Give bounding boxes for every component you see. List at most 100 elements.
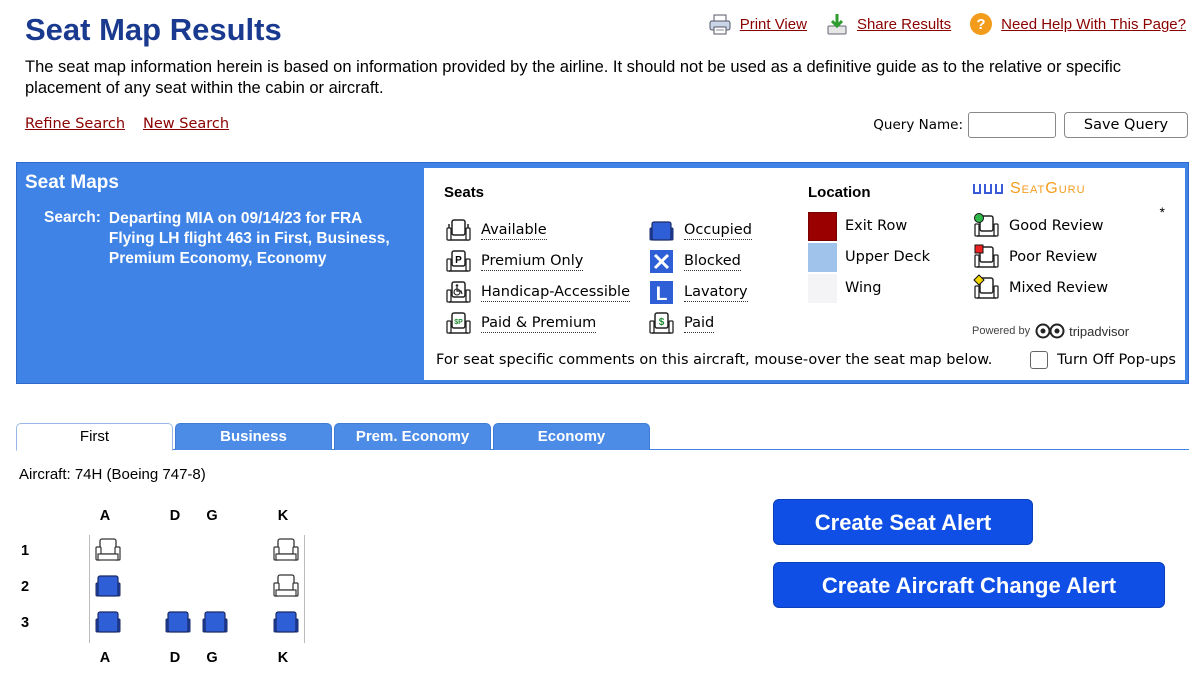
- legend-occupied: Occupied: [647, 216, 752, 245]
- search-line-1: Departing MIA on 09/14/23 for FRA: [108, 210, 363, 227]
- seatguru-seats-icon: [973, 184, 1003, 194]
- legend-upper-deck: Upper Deck: [808, 243, 930, 272]
- create-seat-alert-button[interactable]: Create Seat Alert: [773, 499, 1033, 545]
- help-icon: ?: [970, 13, 993, 35]
- legend-paid-premium: $P Paid & Premium: [444, 309, 597, 338]
- turn-off-popups-label[interactable]: Turn Off Pop-ups: [1057, 352, 1176, 368]
- column-label-top-d: D: [169, 508, 181, 524]
- legend-good-review-label: Good Review: [1009, 218, 1104, 234]
- column-label-top-g: G: [206, 508, 218, 524]
- row-label-3: 3: [21, 615, 30, 631]
- legend-handicap: Handicap-Accessible: [444, 278, 631, 307]
- legend-lavatory-label: Lavatory: [684, 283, 748, 302]
- available-seat-icon: [446, 219, 471, 241]
- query-name-input[interactable]: [968, 112, 1056, 138]
- legend-premium-only: P Premium Only: [444, 247, 584, 276]
- share-results-label[interactable]: Share Results: [857, 16, 951, 33]
- page-title: Seat Map Results: [25, 12, 282, 47]
- upper-deck-swatch: [808, 243, 837, 272]
- help-link[interactable]: ? Need Help With This Page?: [969, 12, 1186, 36]
- seat-3d-occupied[interactable]: [164, 609, 192, 635]
- search-label: Search:: [44, 209, 101, 226]
- seat-1a-available[interactable]: [94, 537, 122, 563]
- query-name-label: Query Name:: [873, 117, 963, 133]
- tab-business[interactable]: Business: [175, 423, 332, 450]
- seat-1k-available[interactable]: [272, 537, 300, 563]
- search-links: Refine Search New Search: [25, 116, 247, 132]
- legend-wing-label: Wing: [845, 280, 882, 296]
- search-line-2: Flying LH flight 463 in First, Business,: [108, 230, 390, 247]
- occupied-seat-icon: [649, 221, 674, 241]
- legend-paid: $ Paid: [647, 309, 715, 338]
- lavatory-icon: L: [650, 281, 673, 305]
- svg-text:P: P: [455, 255, 462, 266]
- paid-premium-seat-icon: $P: [446, 312, 471, 334]
- panel-title: Seat Maps: [25, 172, 119, 193]
- location-heading: Location: [808, 184, 871, 201]
- seat-3k-occupied[interactable]: [272, 609, 300, 635]
- search-value: Departing MIA on 09/14/23 for FRA Flying…: [109, 209, 399, 269]
- turn-off-popups-checkbox[interactable]: [1030, 351, 1049, 369]
- tab-economy[interactable]: Economy: [493, 423, 650, 450]
- legend-paid-premium-label: Paid & Premium: [481, 314, 597, 333]
- legend-paid-label: Paid: [684, 314, 715, 333]
- fuselage-right-wall: [304, 535, 305, 643]
- wheelchair-seat-icon: [446, 281, 471, 303]
- column-label-top-k: K: [277, 508, 289, 524]
- fuselage-left-wall: [89, 535, 90, 643]
- top-links: Print View Share Results ? Need Help Wit…: [690, 12, 1186, 36]
- column-label-bottom-k: K: [277, 650, 289, 666]
- legend-lavatory: L Lavatory: [647, 278, 748, 307]
- asterisk-note: *: [1159, 204, 1165, 220]
- legend-handicap-label: Handicap-Accessible: [481, 283, 631, 302]
- seatguru-text: SeatGuru: [1010, 180, 1086, 197]
- legend-mixed-review: Mixed Review: [972, 274, 1108, 303]
- tripadvisor-owl-icon: [1035, 323, 1065, 339]
- column-label-bottom-g: G: [206, 650, 218, 666]
- seat-3g-occupied[interactable]: [201, 609, 229, 635]
- turn-off-popups[interactable]: Turn Off Pop-ups: [1030, 351, 1176, 369]
- legend-upper-deck-label: Upper Deck: [845, 249, 930, 265]
- seat-2k-available[interactable]: [272, 573, 300, 599]
- legend-exit-row: Exit Row: [808, 212, 907, 241]
- svg-text:$: $: [659, 317, 665, 328]
- search-summary: Search: Departing MIA on 09/14/23 for FR…: [44, 209, 399, 269]
- row-label-1: 1: [21, 543, 30, 559]
- save-query-button[interactable]: Save Query: [1064, 112, 1188, 138]
- printer-icon: [709, 14, 731, 35]
- column-label-bottom-a: A: [99, 650, 111, 666]
- legend-mixed-review-label: Mixed Review: [1009, 280, 1109, 296]
- legend-wing: Wing: [808, 274, 881, 303]
- share-results-link[interactable]: Share Results: [825, 12, 951, 36]
- seat-legend: Seats Location SeatGuru * Available P Pr…: [424, 168, 1185, 380]
- column-label-top-a: A: [99, 508, 111, 524]
- disclaimer-text: The seat map information herein is based…: [25, 58, 1122, 97]
- help-label[interactable]: Need Help With This Page?: [1001, 16, 1186, 33]
- tab-first[interactable]: First: [16, 423, 173, 451]
- mixed-review-seat-icon: [973, 274, 999, 299]
- good-review-seat-icon: [974, 213, 999, 237]
- exit-row-swatch: [808, 212, 837, 241]
- tab-prem-economy[interactable]: Prem. Economy: [334, 423, 491, 450]
- new-search-link[interactable]: New Search: [143, 116, 229, 132]
- aircraft-type: Aircraft: 74H (Boeing 747-8): [19, 466, 206, 483]
- search-line-3: Premium Economy, Economy: [108, 250, 327, 267]
- svg-text:L: L: [656, 284, 668, 305]
- poor-review-seat-icon: [974, 244, 999, 268]
- mouseover-hint: For seat specific comments on this aircr…: [436, 352, 993, 368]
- print-view-link[interactable]: Print View: [708, 12, 807, 36]
- legend-poor-review-label: Poor Review: [1009, 249, 1098, 265]
- refine-search-link[interactable]: Refine Search: [25, 116, 125, 132]
- create-aircraft-change-alert-button[interactable]: Create Aircraft Change Alert: [773, 562, 1165, 608]
- legend-good-review: Good Review: [972, 212, 1104, 241]
- seat-map: A A D D G G K K 1 2 3: [0, 500, 340, 690]
- wing-swatch: [808, 274, 837, 303]
- row-label-2: 2: [21, 579, 30, 595]
- powered-by-tripadvisor: Powered by tripadvisor: [972, 323, 1129, 339]
- column-label-bottom-d: D: [169, 650, 181, 666]
- paid-seat-icon: $: [649, 312, 674, 334]
- seat-3a-occupied[interactable]: [94, 609, 122, 635]
- print-view-label[interactable]: Print View: [740, 16, 807, 33]
- seat-2a-occupied[interactable]: [94, 573, 122, 599]
- query-area: Query Name: Save Query: [873, 112, 1188, 138]
